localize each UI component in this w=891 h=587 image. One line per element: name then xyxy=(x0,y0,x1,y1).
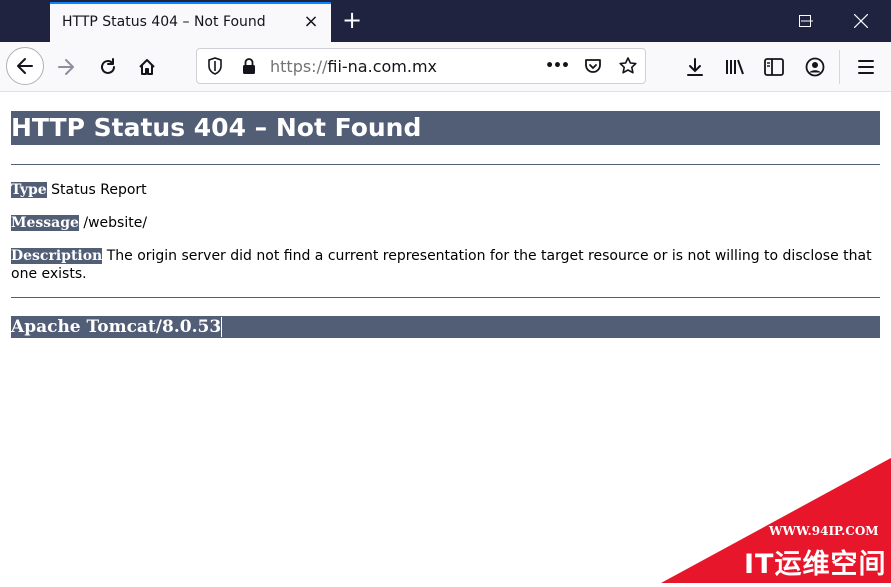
page-heading: HTTP Status 404 – Not Found xyxy=(11,111,880,145)
pocket-icon[interactable] xyxy=(583,56,603,76)
url-scheme: https:// xyxy=(270,57,328,76)
divider-bottom xyxy=(11,297,880,298)
description-row: Description The origin server did not fi… xyxy=(11,247,880,283)
maximize-icon[interactable] xyxy=(777,0,833,42)
url-domain: fii-na.com.mx xyxy=(327,57,437,76)
message-label: Message xyxy=(11,215,79,231)
forward-button[interactable] xyxy=(54,55,78,79)
lock-icon[interactable] xyxy=(239,56,259,76)
tab-title: HTTP Status 404 – Not Found xyxy=(62,14,266,30)
address-bar[interactable]: https://fii-na.com.mx ••• xyxy=(196,48,646,84)
server-footer: Apache Tomcat/8.0.53 xyxy=(11,316,880,338)
toolbar-separator xyxy=(839,50,840,84)
page-actions-more-icon[interactable]: ••• xyxy=(545,56,570,76)
new-tab-icon[interactable]: + xyxy=(340,8,364,33)
watermark-url: WWW.94IP.COM xyxy=(769,524,879,538)
reload-button[interactable] xyxy=(96,55,120,79)
divider-top xyxy=(11,164,880,165)
watermark-text: IT运维空间 xyxy=(744,549,887,580)
home-button[interactable] xyxy=(135,55,159,79)
message-row: Message /website/ xyxy=(11,214,880,232)
tracking-protection-shield-icon[interactable] xyxy=(205,56,225,76)
bookmark-star-icon[interactable] xyxy=(618,56,638,76)
navigation-toolbar: https://fii-na.com.mx ••• xyxy=(0,42,891,92)
type-row: Type Status Report xyxy=(11,181,880,199)
sidebar-icon[interactable] xyxy=(762,55,786,79)
library-icon[interactable] xyxy=(723,55,747,79)
message-value: /website/ xyxy=(78,215,148,231)
menu-hamburger-icon[interactable] xyxy=(854,55,878,79)
back-button[interactable] xyxy=(6,47,44,85)
description-value: The origin server did not find a current… xyxy=(11,248,872,282)
server-version: Apache Tomcat/8.0.53 xyxy=(11,317,223,337)
type-value: Status Report xyxy=(46,182,147,198)
downloads-icon[interactable] xyxy=(683,55,707,79)
title-bar: HTTP Status 404 – Not Found × + xyxy=(0,0,891,42)
tab-close-icon[interactable]: × xyxy=(303,13,319,31)
type-label: Type xyxy=(11,182,47,198)
account-icon[interactable] xyxy=(803,55,827,79)
description-label: Description xyxy=(11,248,103,264)
close-window-icon[interactable] xyxy=(833,0,889,42)
url-text[interactable]: https://fii-na.com.mx xyxy=(270,57,437,76)
active-tab[interactable]: HTTP Status 404 – Not Found × xyxy=(50,2,331,42)
watermark-logo: WWW.94IP.COM IT运维空间 xyxy=(661,458,891,583)
